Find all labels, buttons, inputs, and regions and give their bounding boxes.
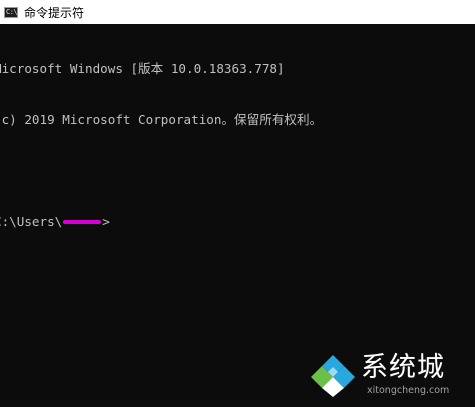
console-prompt-line[interactable]: C:\Users\ > <box>0 213 475 230</box>
watermark-url: xitongcheng.com <box>367 385 450 396</box>
prompt-path: C:\Users\ <box>0 214 63 229</box>
window-title: 命令提示符 <box>24 5 85 20</box>
watermark-brand: 系统城 <box>361 352 445 383</box>
title-bar[interactable]: C:\ 命令提示符 <box>0 0 475 24</box>
watermark: 系统城 xitongcheng.com <box>309 351 469 401</box>
console-line-version: Microsoft Windows [版本 10.0.18363.778] <box>0 61 285 76</box>
command-prompt-window: C:\ 命令提示符 Microsoft Windows [版本 10.0.183… <box>0 0 475 407</box>
cmd-icon: C:\ <box>4 6 18 18</box>
console-line-copyright: (c) 2019 Microsoft Corporation。保留所有权利。 <box>0 112 323 127</box>
prompt-symbol: > <box>102 214 110 229</box>
watermark-logo-icon <box>311 355 355 397</box>
console-output[interactable]: Microsoft Windows [版本 10.0.18363.778] (c… <box>0 26 475 264</box>
redacted-username <box>63 219 102 224</box>
